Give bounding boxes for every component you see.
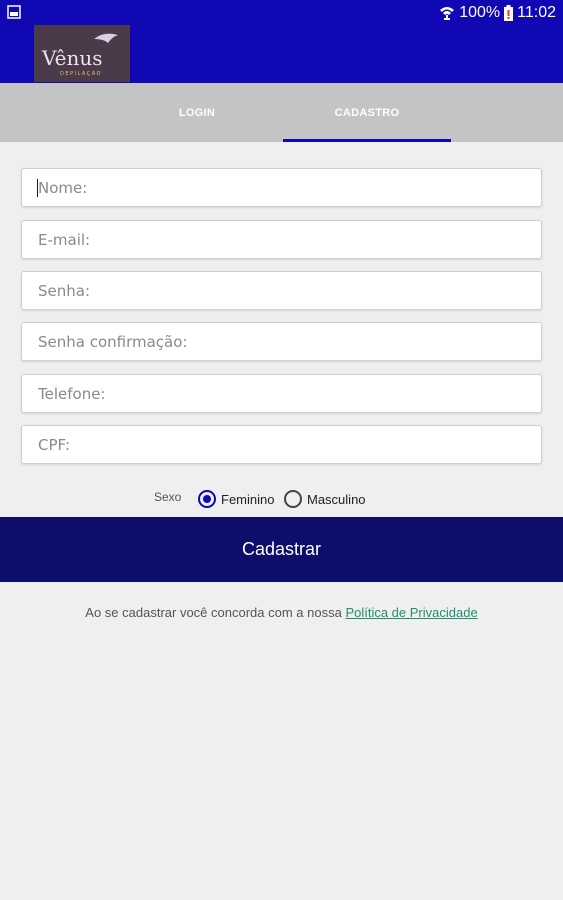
name-input[interactable] — [22, 169, 541, 206]
clock: 11:02 — [517, 4, 556, 21]
password-confirm-field[interactable] — [21, 322, 542, 361]
battery-percent: 100% — [459, 4, 501, 21]
venus-logo: Vênus DEPILAÇÃO — [34, 25, 130, 82]
tab-indicator — [283, 139, 451, 142]
gallery-icon — [7, 5, 21, 19]
tab-bar: LOGIN CADASTRO — [0, 83, 563, 142]
status-bar: 100% 11:02 — [0, 0, 563, 25]
radio-feminino[interactable]: Feminino — [198, 490, 274, 508]
email-input[interactable] — [22, 221, 541, 258]
cpf-input[interactable] — [22, 426, 541, 463]
svg-text:DEPILAÇÃO: DEPILAÇÃO — [60, 70, 102, 77]
gender-group: Sexo Feminino Masculino — [0, 487, 563, 515]
radio-feminino-label: Feminino — [221, 491, 275, 507]
wifi-icon — [440, 7, 455, 20]
cpf-field[interactable] — [21, 425, 542, 464]
password-field[interactable] — [21, 271, 542, 310]
gender-label: Sexo — [154, 490, 182, 504]
email-field[interactable] — [21, 220, 542, 259]
tab-login[interactable]: LOGIN — [113, 83, 281, 142]
battery-icon — [504, 5, 514, 21]
name-field[interactable] — [21, 168, 542, 207]
app-bar: Vênus DEPILAÇÃO — [0, 25, 563, 83]
text-caret — [37, 179, 38, 197]
cadastrar-button[interactable]: Cadastrar — [0, 517, 563, 582]
radio-checked-icon[interactable] — [198, 490, 216, 508]
status-right: 100% 11:02 — [439, 3, 556, 23]
terms-text: Ao se cadastrar você concorda com a noss… — [0, 605, 563, 620]
radio-unchecked-icon[interactable] — [284, 490, 302, 508]
radio-masculino[interactable]: Masculino — [284, 490, 366, 508]
password-input[interactable] — [22, 272, 541, 309]
radio-masculino-label: Masculino — [307, 491, 366, 507]
svg-text:Vênus: Vênus — [41, 46, 102, 70]
phone-input[interactable] — [22, 375, 541, 412]
privacy-policy-link[interactable]: Política de Privacidade — [345, 605, 477, 620]
phone-field[interactable] — [21, 374, 542, 413]
terms-label: Ao se cadastrar você concorda com a noss… — [85, 605, 346, 620]
password-confirm-input[interactable] — [22, 323, 541, 360]
tab-cadastro[interactable]: CADASTRO — [283, 83, 451, 142]
